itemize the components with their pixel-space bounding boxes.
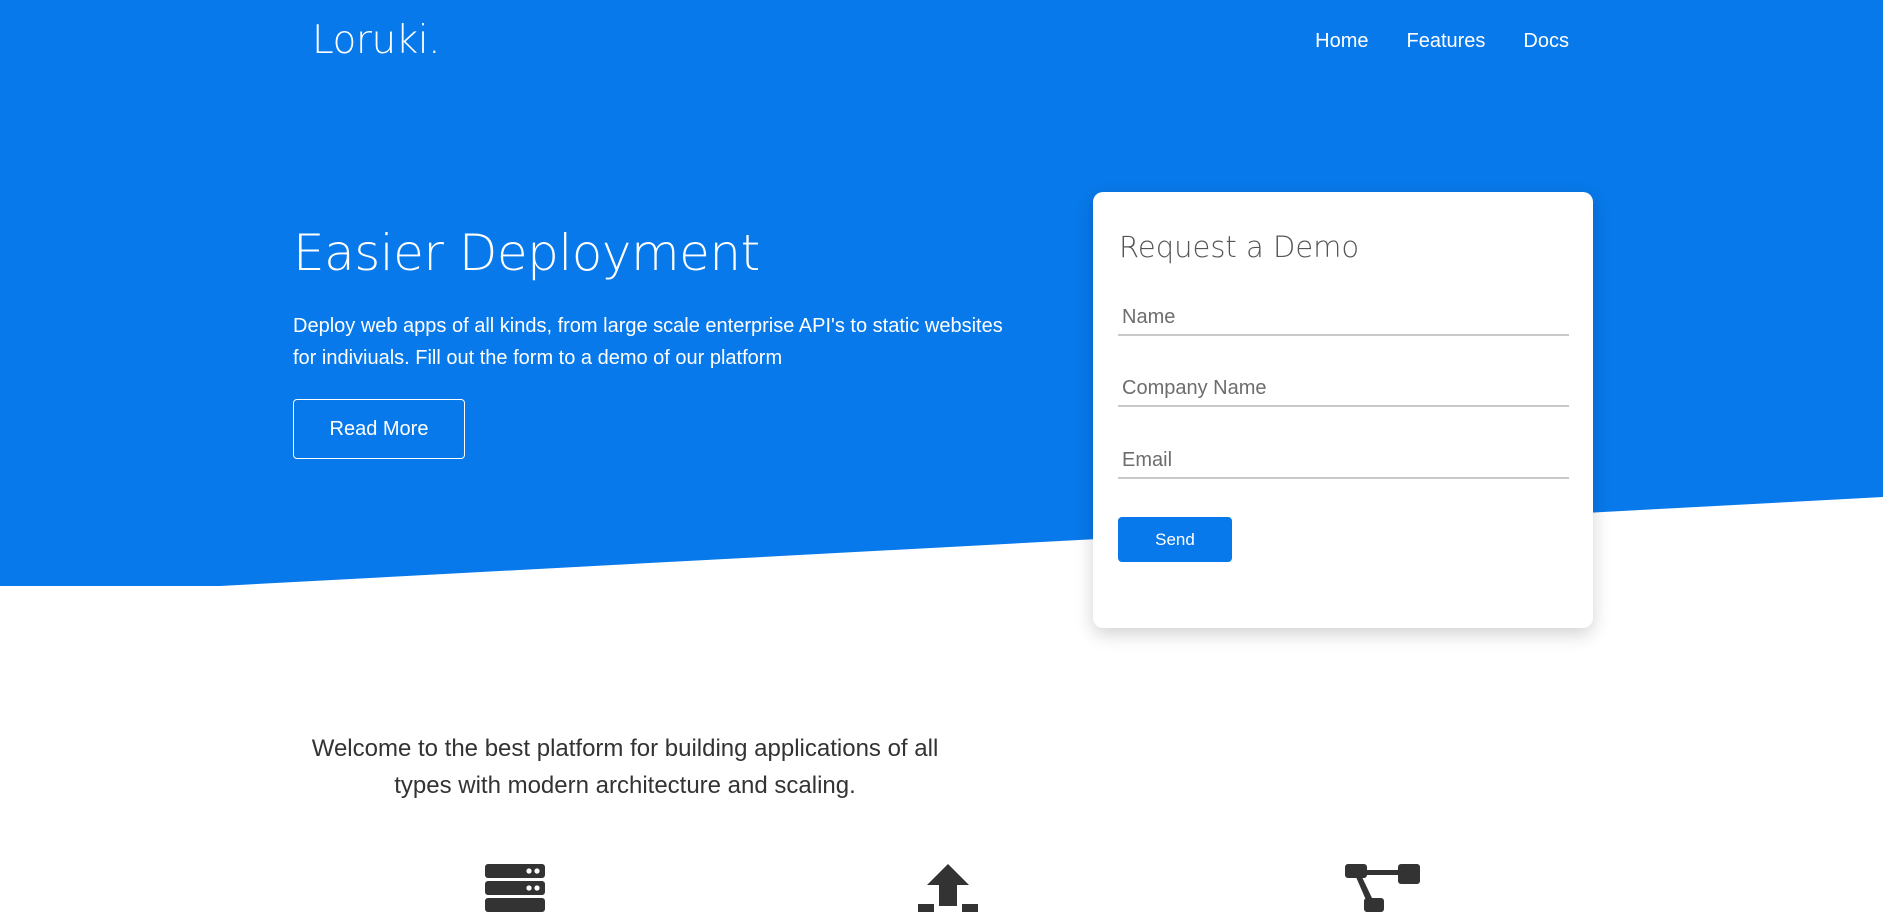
demo-form-title: Request a Demo xyxy=(1119,230,1360,264)
company-name-input[interactable] xyxy=(1118,371,1569,407)
welcome-text: Welcome to the best platform for buildin… xyxy=(311,735,939,799)
email-input[interactable] xyxy=(1118,443,1569,479)
hero-background xyxy=(0,0,1883,586)
hero-title: Easier Deployment xyxy=(293,224,760,282)
main-nav: Home Features Docs xyxy=(1315,30,1569,53)
upload-icon xyxy=(918,864,978,912)
hero-description: Deploy web apps of all kinds, from large… xyxy=(293,315,1003,369)
server-icon xyxy=(485,864,545,912)
demo-form-card: Request a Demo Send xyxy=(1093,192,1593,628)
page: Loruki. Home Features Docs Easier Deploy… xyxy=(0,0,1883,912)
nav-link-home[interactable]: Home xyxy=(1315,30,1368,53)
read-more-button[interactable]: Read More xyxy=(293,399,465,459)
nav-link-features[interactable]: Features xyxy=(1406,30,1485,53)
nav-link-docs[interactable]: Docs xyxy=(1523,30,1569,53)
sitemap-icon xyxy=(1345,864,1420,912)
brand-logo[interactable]: Loruki. xyxy=(312,18,440,63)
name-input[interactable] xyxy=(1118,300,1569,336)
send-button[interactable]: Send xyxy=(1118,517,1232,562)
